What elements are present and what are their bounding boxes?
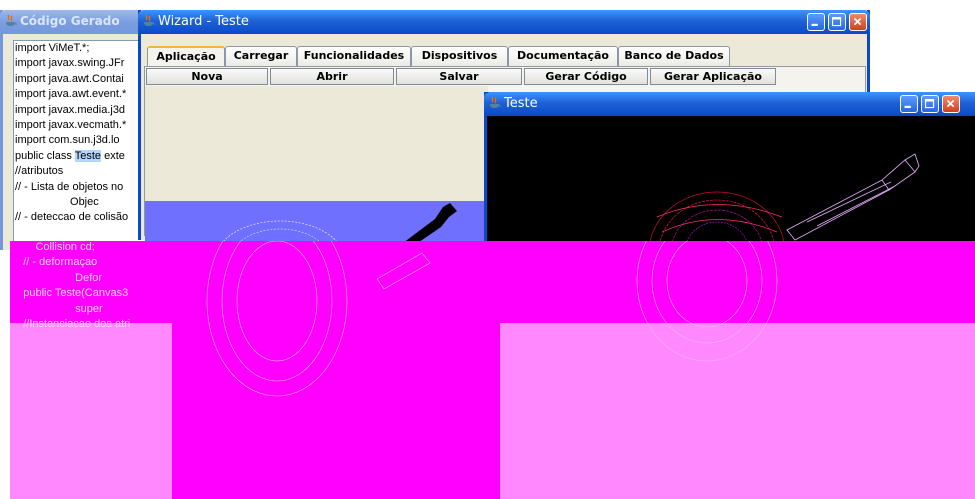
gerar-aplicacao-button[interactable]: Gerar Aplicação: [650, 68, 776, 85]
wizard-window-titlebar[interactable]: Wizard - Teste: [138, 10, 870, 34]
selected-text: Teste: [74, 149, 102, 162]
code-line: public class Teste exte: [15, 149, 125, 162]
code-window-title: Código Gerado: [20, 14, 120, 28]
wizard-3d-preview[interactable]: [145, 201, 488, 246]
close-button[interactable]: [849, 13, 867, 31]
teste-3d-viewport[interactable]: [487, 122, 975, 242]
nova-button[interactable]: Nova: [146, 68, 268, 85]
minimize-icon: [811, 23, 818, 26]
tab-documentacao[interactable]: Documentação: [508, 46, 618, 66]
code-line: import java.awt.event.*: [15, 88, 127, 101]
code-line: import java.awt.Contai: [15, 72, 124, 85]
close-icon: [946, 99, 955, 108]
code-line: import javax.vecmath.*: [15, 118, 127, 131]
tab-carregar[interactable]: Carregar: [225, 46, 297, 66]
teste-window-titlebar[interactable]: Teste: [484, 92, 975, 116]
code-line: public Teste(Canvas3: [11, 287, 129, 300]
java-icon: [144, 14, 155, 26]
code-line: import ViMeT.*;: [15, 42, 90, 54]
wizard-window-title: Wizard - Teste: [158, 14, 249, 29]
code-line: super: [11, 302, 103, 315]
minimize-button[interactable]: [807, 13, 825, 31]
maximize-icon: [831, 16, 842, 27]
code-line: Defor: [11, 271, 103, 284]
minimize-icon: [904, 105, 911, 108]
redacted-model-ghost: [206, 241, 778, 397]
java-icon: [6, 14, 17, 26]
code-line: import com.sun.j3d.lo: [15, 134, 120, 147]
close-button[interactable]: [942, 95, 960, 113]
code-line: // - Lista de objetos no: [15, 180, 124, 193]
code-line: import javax.swing.JFr: [15, 57, 125, 70]
tab-dispositivos[interactable]: Dispositivos: [411, 46, 508, 66]
code-line: // - deteccao de colisão: [15, 211, 129, 224]
code-lines: import ViMeT.*; import javax.swing.JFr imp…: [15, 41, 128, 226]
tab-banco-de-dados[interactable]: Banco de Dados: [618, 46, 730, 66]
wizard-content-area: [145, 86, 488, 201]
minimize-button[interactable]: [900, 95, 918, 113]
code-line: // - deformaçao: [11, 256, 98, 269]
code-line: //Instanciacao dos atri: [11, 317, 131, 330]
code-line: import javax.media.j3d: [15, 103, 126, 116]
code-line: Collision cd;: [11, 241, 95, 253]
syringe-preview-graphic: [219, 203, 457, 246]
code-line: Objec: [15, 195, 99, 208]
abrir-button[interactable]: Abrir: [270, 68, 394, 85]
teste-window-title: Teste: [504, 96, 538, 111]
salvar-button[interactable]: Salvar: [396, 68, 522, 85]
java-icon: [490, 96, 501, 108]
code-line: //atributos: [15, 165, 64, 178]
3d-model-graphic: [649, 153, 920, 242]
tab-funcionalidades[interactable]: Funcionalidades: [297, 46, 411, 66]
close-icon: [853, 17, 862, 26]
gerar-codigo-button[interactable]: Gerar Código: [524, 68, 648, 85]
maximize-button[interactable]: [921, 95, 939, 113]
maximize-icon: [924, 98, 935, 109]
tab-aplicacao[interactable]: Aplicação: [147, 46, 225, 68]
redacted-code-overlay: Collision cd; // - deformaçao Defor publ…: [11, 240, 173, 342]
maximize-button[interactable]: [828, 13, 846, 31]
button-row: Nova Abrir Salvar Gerar Código Gerar Apl…: [146, 68, 866, 85]
teste-window: Teste: [484, 92, 975, 242]
